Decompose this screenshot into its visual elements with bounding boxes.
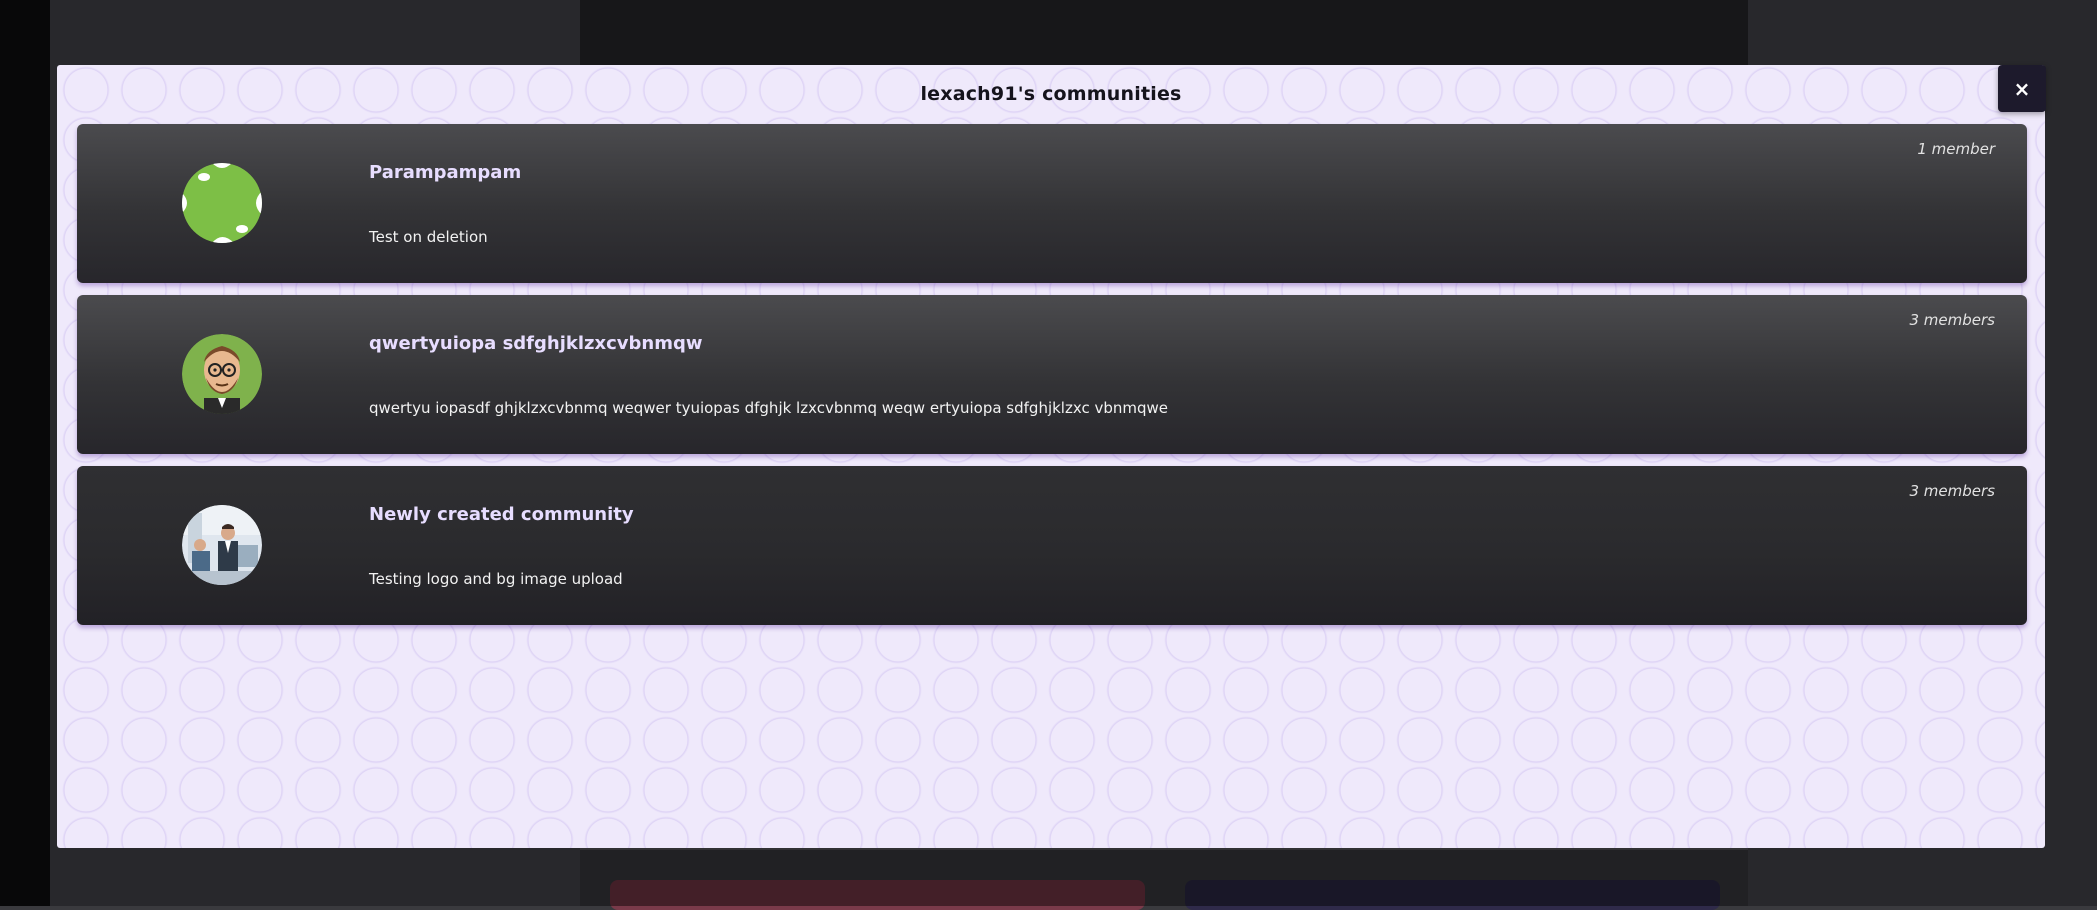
community-logo xyxy=(182,505,262,585)
community-name[interactable]: Parampampam xyxy=(369,162,521,183)
office-photo-logo-icon xyxy=(182,505,262,585)
community-name[interactable]: qwertyuiopa sdfghjklzxcvbnmqw xyxy=(369,333,702,354)
close-icon: × xyxy=(2013,76,2031,101)
communities-modal: lexach91's communities Parampampam Test … xyxy=(57,65,2045,848)
modal-title: lexach91's communities xyxy=(920,83,1182,105)
community-list: Parampampam Test on deletion 1 member qw… xyxy=(77,124,2027,637)
community-card[interactable]: qwertyuiopa sdfghjklzxcvbnmqw qwertyu io… xyxy=(77,295,2027,454)
community-description: Testing logo and bg image upload xyxy=(369,570,623,588)
member-count: 3 members xyxy=(1909,482,1996,500)
close-button[interactable]: × xyxy=(1998,65,2046,112)
community-logo xyxy=(182,163,262,243)
member-count: 3 members xyxy=(1909,311,1996,329)
community-card[interactable]: Newly created community Testing logo and… xyxy=(77,466,2027,625)
community-card[interactable]: Parampampam Test on deletion 1 member xyxy=(77,124,2027,283)
community-description: qwertyu iopasdf ghjklzxcvbnmq weqwer tyu… xyxy=(369,399,1169,417)
community-name[interactable]: Newly created community xyxy=(369,504,634,525)
community-logo xyxy=(182,334,262,414)
community-description: Test on deletion xyxy=(369,228,488,246)
member-count: 1 member xyxy=(1917,140,1995,158)
bearded-man-avatar-icon xyxy=(182,334,262,414)
green-blob-logo-icon xyxy=(182,163,262,243)
